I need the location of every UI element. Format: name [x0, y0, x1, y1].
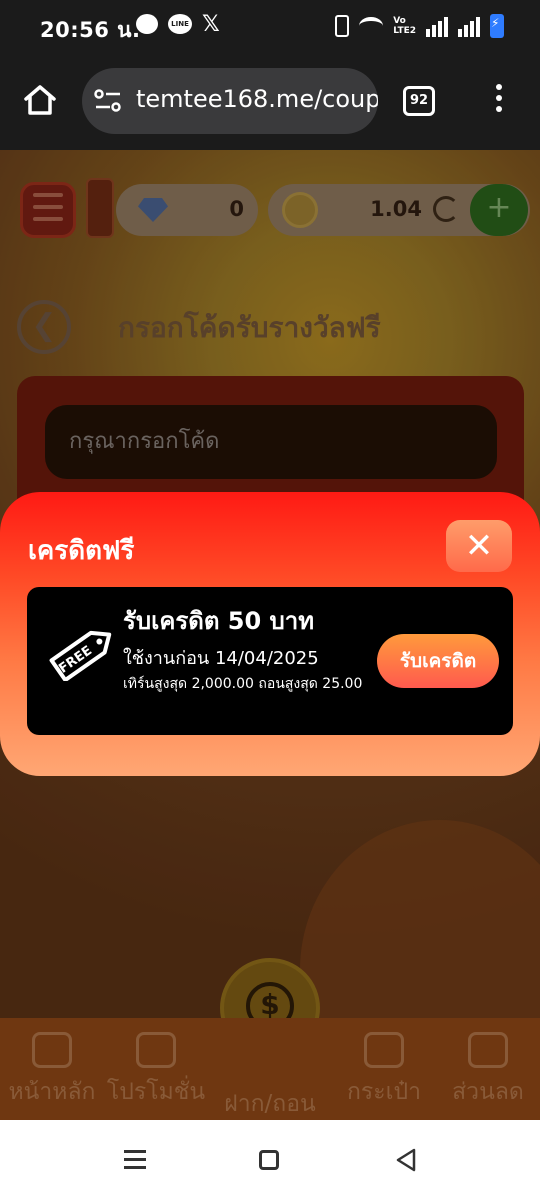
free-credit-modal: เครดิตฟรี ✕ FREE รับเครดิต 50 บาท ใช้งาน… — [0, 492, 540, 776]
coupon-limits: เทิร์นสูงสุด 2,000.00 ถอนสูงสุด 25.00 — [123, 676, 363, 692]
address-bar[interactable]: temtee168.me/coup — [82, 68, 378, 134]
recents-icon[interactable] — [124, 1150, 146, 1170]
system-status-icons: Vo LTE2 — [335, 14, 504, 38]
notification-icons: LINE 𝕏 — [136, 14, 220, 36]
free-tag-icon: FREE — [49, 630, 112, 681]
chat-bubble-icon — [136, 14, 158, 34]
status-time: 20:56 น. — [40, 18, 141, 42]
tabs-icon[interactable]: 92 — [403, 86, 435, 116]
x-icon: 𝕏 — [202, 12, 220, 37]
back-icon[interactable] — [395, 1148, 417, 1172]
home-icon[interactable] — [259, 1150, 279, 1170]
home-icon[interactable] — [22, 82, 58, 118]
coupon-expiry: ใช้งานก่อน 14/04/2025 — [123, 648, 319, 669]
claim-credit-button[interactable]: รับเครดิต — [377, 634, 499, 688]
signal-icon — [458, 15, 480, 37]
status-bar: 20:56 น. LINE 𝕏 Vo LTE2 — [0, 0, 540, 54]
system-navigation-bar — [0, 1120, 540, 1200]
battery-charging-icon — [490, 14, 504, 38]
volte-icon: Vo LTE2 — [393, 16, 416, 36]
coupon-title: รับเครดิต 50 บาท — [123, 607, 315, 635]
signal-icon — [426, 15, 448, 37]
line-icon: LINE — [168, 14, 192, 34]
close-button[interactable]: ✕ — [446, 520, 512, 572]
modal-title: เครดิตฟรี — [28, 536, 135, 566]
url-text[interactable]: temtee168.me/coup — [136, 85, 378, 113]
browser-toolbar: temtee168.me/coup 92 — [0, 54, 540, 150]
wifi-icon — [359, 17, 384, 35]
more-icon[interactable] — [494, 84, 504, 118]
vibrate-icon — [335, 15, 350, 37]
site-settings-icon[interactable] — [94, 88, 122, 114]
coupon-card: FREE รับเครดิต 50 บาท ใช้งานก่อน 14/04/2… — [27, 587, 513, 735]
